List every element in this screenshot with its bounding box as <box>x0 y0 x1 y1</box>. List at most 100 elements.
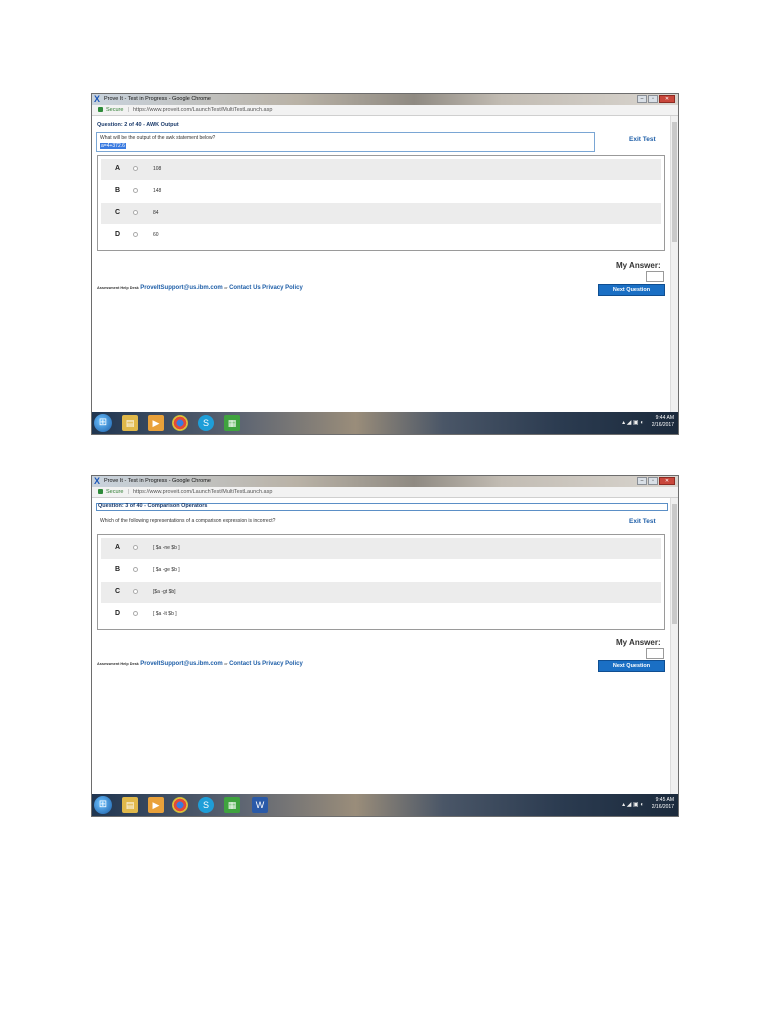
footer-links: Assessment Help Desk ProveItSupport@us.i… <box>97 661 303 667</box>
scrollbar-thumb[interactable] <box>672 122 677 242</box>
lock-icon <box>98 489 103 494</box>
scrollbar-thumb[interactable] <box>672 504 677 624</box>
taskbar: ⊞ ▤ ▶ S ▦ ▴ ◢ ▣ ◐ 9:44 AM 2/16/2017 <box>92 412 678 434</box>
radio-button[interactable] <box>133 611 138 616</box>
chrome-icon[interactable] <box>172 797 188 813</box>
url-text[interactable]: https://www.proveit.com/LaunchTest/Multi… <box>133 487 272 497</box>
project-icon[interactable]: ▦ <box>224 797 240 813</box>
taskbar: ⊞ ▤ ▶ S ▦ W ▴ ◢ ▣ ◐ 9:45 AM 2/16/2017 <box>92 794 678 816</box>
option-a[interactable]: A [ $a -ne $b ] <box>101 538 661 559</box>
window-controls: – ▫ ✕ <box>636 477 675 485</box>
project-icon[interactable]: ▦ <box>224 415 240 431</box>
skype-icon[interactable]: S <box>198 415 214 431</box>
question-header: Question: 2 of 40 - AWK Output <box>97 122 179 128</box>
window-title-bar: X Prove It - Test in Progress - Google C… <box>92 94 678 105</box>
my-answer-box <box>646 271 664 282</box>
radio-button[interactable] <box>133 232 138 237</box>
windows-start-icon[interactable]: ⊞ <box>94 796 112 814</box>
minimize-icon[interactable]: – <box>637 95 647 103</box>
footer-links: Assessment Help Desk ProveItSupport@us.i… <box>97 285 303 291</box>
privacy-policy-link[interactable]: Privacy Policy <box>262 285 303 291</box>
chrome-icon[interactable] <box>172 415 188 431</box>
support-email-link[interactable]: ProveItSupport@us.ibm.com <box>140 661 223 667</box>
question-code: a=4+372.6 <box>100 143 126 149</box>
radio-button[interactable] <box>133 210 138 215</box>
radio-button[interactable] <box>133 166 138 171</box>
clock-date: 2/16/2017 <box>651 422 674 428</box>
option-text: [ $a -ne $b ] <box>153 545 180 551</box>
radio-button[interactable] <box>133 188 138 193</box>
folder-icon[interactable]: ▤ <box>122 797 138 813</box>
contact-us-link[interactable]: Contact Us <box>229 285 261 291</box>
my-answer-box <box>646 648 664 659</box>
system-tray-icons[interactable]: ▴ ◢ ▣ ◐ <box>622 419 644 426</box>
option-letter: C <box>115 588 121 595</box>
window-controls: – ▫ ✕ <box>636 95 675 103</box>
screenshot-question-2: X Prove It - Test in Progress - Google C… <box>91 93 679 435</box>
screenshot-question-3: X Prove It - Test in Progress - Google C… <box>91 475 679 817</box>
address-bar[interactable]: Secure | https://www.proveit.com/LaunchT… <box>92 487 678 498</box>
window-title: Prove It - Test in Progress - Google Chr… <box>104 478 211 484</box>
question-text: Which of the following representations o… <box>100 518 276 524</box>
option-letter: B <box>115 187 121 194</box>
secure-label: Secure <box>106 489 124 495</box>
folder-icon[interactable]: ▤ <box>122 415 138 431</box>
system-tray-icons[interactable]: ▴ ◢ ▣ ◐ <box>622 801 644 808</box>
option-a[interactable]: A 108 <box>101 159 661 180</box>
option-b[interactable]: B [ $a -ge $b ] <box>101 560 661 581</box>
skype-icon[interactable]: S <box>198 797 214 813</box>
address-separator: | <box>128 107 130 113</box>
clock[interactable]: 9:45 AM 2/16/2017 <box>652 797 674 811</box>
close-icon[interactable]: ✕ <box>659 95 675 103</box>
page-content: Question: 2 of 40 - AWK Output What will… <box>92 116 670 412</box>
exit-test-link[interactable]: Exit Test <box>629 136 656 143</box>
media-player-icon[interactable]: ▶ <box>148 415 164 431</box>
option-c[interactable]: C 84 <box>101 203 661 224</box>
option-letter: A <box>115 165 121 172</box>
maximize-icon[interactable]: ▫ <box>648 95 658 103</box>
secure-label: Secure <box>106 107 124 113</box>
windows-start-icon[interactable]: ⊞ <box>94 414 112 432</box>
address-separator: | <box>128 489 130 495</box>
support-email-link[interactable]: ProveItSupport@us.ibm.com <box>140 285 223 291</box>
proveit-x-icon: X <box>94 94 101 104</box>
option-letter: D <box>115 610 121 617</box>
option-b[interactable]: B 148 <box>101 181 661 202</box>
next-question-button[interactable]: Next Question <box>598 284 665 296</box>
exit-test-link[interactable]: Exit Test <box>629 518 656 525</box>
maximize-icon[interactable]: ▫ <box>648 477 658 485</box>
address-bar[interactable]: Secure | https://www.proveit.com/LaunchT… <box>92 105 678 116</box>
radio-button[interactable] <box>133 567 138 572</box>
privacy-policy-link[interactable]: Privacy Policy <box>262 661 303 667</box>
option-letter: C <box>115 209 121 216</box>
word-icon[interactable]: W <box>252 797 268 813</box>
clock-time: 9:45 AM <box>655 797 674 803</box>
option-letter: D <box>115 231 121 238</box>
contact-us-link[interactable]: Contact Us <box>229 661 261 667</box>
option-letter: A <box>115 544 121 551</box>
option-letter: B <box>115 566 121 573</box>
option-d[interactable]: D 60 <box>101 225 661 246</box>
radio-button[interactable] <box>133 545 138 550</box>
next-question-button[interactable]: Next Question <box>598 660 665 672</box>
url-text[interactable]: https://www.proveit.com/LaunchTest/Multi… <box>133 105 272 115</box>
close-icon[interactable]: ✕ <box>659 477 675 485</box>
option-text: [$a -gt $b] <box>153 589 176 595</box>
scrollbar[interactable] <box>670 116 678 412</box>
media-player-icon[interactable]: ▶ <box>148 797 164 813</box>
or-text: or <box>224 285 228 290</box>
option-text: 148 <box>153 188 162 194</box>
minimize-icon[interactable]: – <box>637 477 647 485</box>
option-c[interactable]: C [$a -gt $b] <box>101 582 661 603</box>
option-text: [ $a -lt $b ] <box>153 611 177 617</box>
my-answer-label: My Answer: <box>616 261 661 270</box>
option-text: 60 <box>153 232 159 238</box>
scrollbar[interactable] <box>670 498 678 794</box>
option-d[interactable]: D [ $a -lt $b ] <box>101 604 661 625</box>
help-desk-label: Assessment Help Desk <box>97 662 139 666</box>
proveit-x-icon: X <box>94 476 101 486</box>
radio-button[interactable] <box>133 589 138 594</box>
answer-options: A 108 B 148 C 84 D 60 <box>97 155 665 251</box>
clock[interactable]: 9:44 AM 2/16/2017 <box>652 415 674 429</box>
question-text: What will be the output of the awk state… <box>100 135 216 141</box>
